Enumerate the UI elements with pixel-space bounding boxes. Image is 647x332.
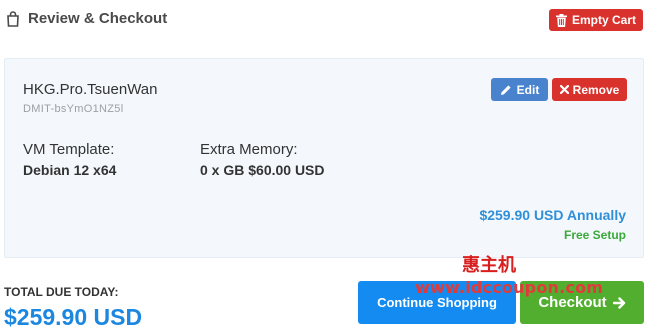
- product-name: HKG.Pro.TsuenWan: [23, 81, 158, 98]
- shopping-bag-icon: [6, 10, 20, 27]
- page-title: Review & Checkout: [6, 10, 167, 27]
- times-icon: [559, 85, 569, 94]
- option-label-extra-memory: Extra Memory:: [200, 141, 298, 158]
- option-value-vm-template: Debian 12 x64: [23, 162, 117, 178]
- remove-label: Remove: [572, 82, 620, 97]
- option-value-extra-memory: 0 x GB $60.00 USD: [200, 162, 325, 178]
- checkout-header: Review & Checkout Empty Cart: [0, 0, 647, 40]
- page-title-text: Review & Checkout: [28, 10, 168, 27]
- pencil-icon: [500, 84, 512, 96]
- empty-cart-label: Empty Cart: [571, 13, 636, 27]
- total-due-amount: $259.90 USD: [4, 304, 143, 330]
- cart-item: HKG.Pro.TsuenWan DMIT-bsYmO1NZ5l Edit Re…: [4, 58, 644, 258]
- remove-button[interactable]: Remove: [552, 78, 627, 101]
- item-price: $259.90 USD Annually: [479, 207, 626, 223]
- watermark-chinese: 惠主机: [462, 255, 516, 276]
- setup-fee: Free Setup: [563, 228, 626, 242]
- product-id: DMIT-bsYmO1NZ5l: [23, 103, 124, 115]
- edit-button[interactable]: Edit: [491, 78, 548, 101]
- option-label-vm-template: VM Template:: [23, 141, 115, 158]
- total-due-label: TOTAL DUE TODAY:: [4, 285, 119, 299]
- trash-icon: [555, 13, 567, 27]
- arrow-right-icon: [612, 296, 626, 309]
- empty-cart-button[interactable]: Empty Cart: [548, 9, 643, 31]
- watermark-url: www.idccoupon.com: [415, 278, 604, 297]
- continue-shopping-label: Continue Shopping: [377, 295, 497, 310]
- edit-label: Edit: [516, 82, 540, 97]
